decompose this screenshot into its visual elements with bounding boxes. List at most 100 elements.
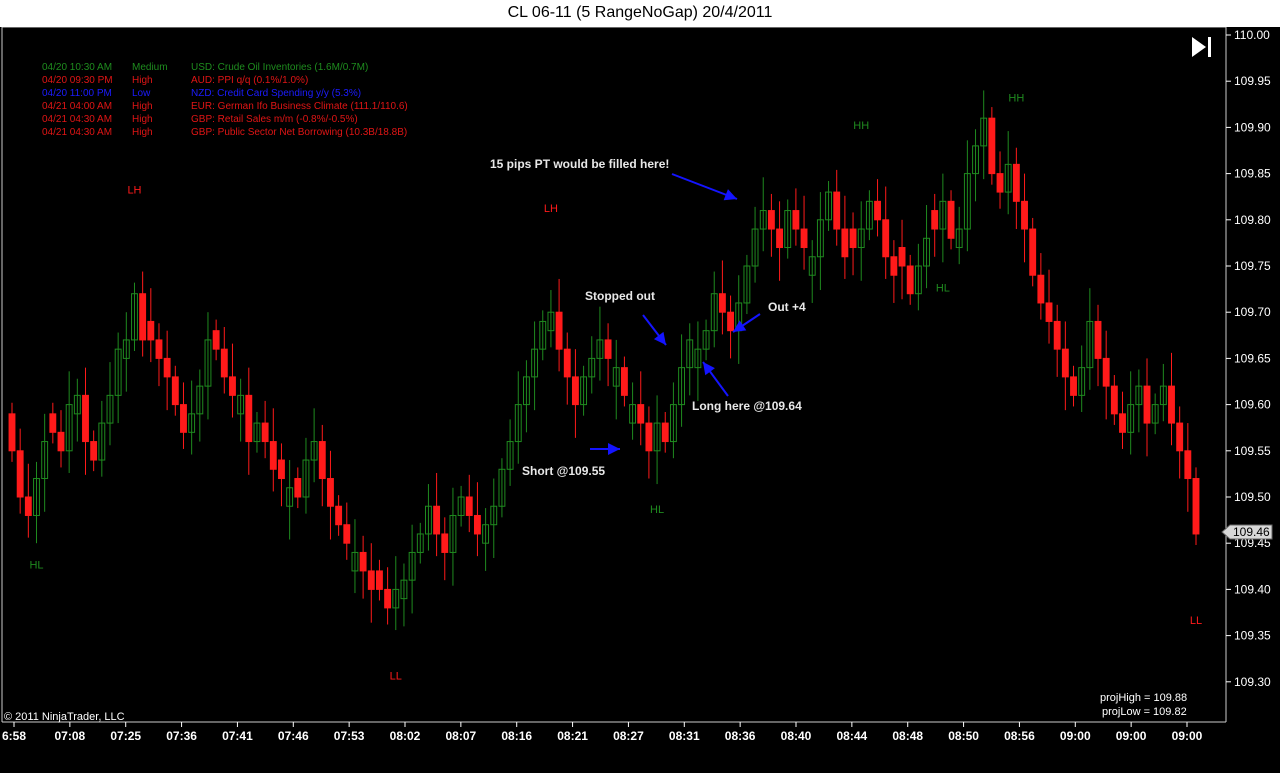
news-event: GBP: Retail Sales m/m (-0.8%/-0.5%) <box>191 114 358 125</box>
x-tick-label: 07:36 <box>166 729 197 743</box>
x-tick-label: 08:48 <box>892 729 923 743</box>
x-tick-label: 08:07 <box>446 729 477 743</box>
candle-body <box>327 478 334 507</box>
candle-body <box>163 357 171 378</box>
candle-body <box>604 339 612 359</box>
candle-body <box>947 200 955 239</box>
candle-body <box>82 394 89 443</box>
candle-body <box>841 228 849 258</box>
x-tick-label: 07:53 <box>334 729 365 743</box>
swing-label: HL <box>936 282 950 294</box>
news-time: 04/21 04:00 AM <box>42 101 113 112</box>
candle-body <box>1021 200 1028 230</box>
x-tick-label: 08:16 <box>501 729 532 743</box>
candle-body <box>8 413 16 452</box>
candle-body <box>269 441 277 470</box>
news-impact: High <box>132 101 153 112</box>
candle-body <box>931 210 939 230</box>
candle-body <box>800 228 808 249</box>
candle-body <box>212 330 220 350</box>
candle-body <box>1110 385 1118 415</box>
x-tick-label: 07:41 <box>222 729 253 743</box>
candle-body <box>180 404 187 433</box>
chart-window: CL 06-11 (5 RangeNoGap) 20/4/2011 110.00… <box>0 0 1280 773</box>
chart-title: CL 06-11 (5 RangeNoGap) 20/4/2011 <box>507 4 773 21</box>
candle-body <box>645 422 653 452</box>
swing-label: HL <box>650 504 664 516</box>
candle-body <box>245 394 253 443</box>
news-time: 04/20 10:30 AM <box>42 62 113 73</box>
news-event: NZD: Credit Card Spending y/y (5.3%) <box>191 88 362 99</box>
y-tick-label: 109.80 <box>1234 213 1271 227</box>
y-tick-label: 110.00 <box>1234 28 1270 42</box>
x-tick-label: 08:40 <box>781 729 812 743</box>
candle-body <box>1045 302 1053 322</box>
news-event: EUR: German Ifo Business Climate (111.1/… <box>191 101 408 112</box>
news-impact: Medium <box>132 62 168 73</box>
candle-body <box>1029 228 1037 276</box>
candle-body <box>792 210 800 230</box>
candle-body <box>718 293 726 313</box>
y-tick-label: 109.55 <box>1234 444 1271 458</box>
candle-body <box>1102 357 1110 387</box>
x-tick-label: 09:00 <box>1060 729 1091 743</box>
candle-body <box>147 320 155 341</box>
title-bar: CL 06-11 (5 RangeNoGap) 20/4/2011 <box>0 0 1280 27</box>
candle-body <box>637 404 645 424</box>
candle-body <box>359 551 367 572</box>
candle-body <box>171 376 179 406</box>
candle-body <box>661 422 669 443</box>
candle-body <box>1094 320 1102 359</box>
swing-label: LL <box>1190 615 1202 627</box>
candle-body <box>318 441 326 480</box>
price-chart[interactable]: 110.00 109.95 109.90 109.85 109.80 109.75 109.… <box>0 27 1280 773</box>
y-tick-label: 109.90 <box>1234 120 1271 134</box>
candle-body <box>996 173 1004 193</box>
x-tick-label: 08:27 <box>613 729 644 743</box>
annotation-label: Long here @109.64 <box>692 399 802 413</box>
candle-body <box>384 588 392 609</box>
x-tick-label: 08:44 <box>837 729 868 743</box>
news-time: 04/20 09:30 PM <box>42 75 113 86</box>
y-tick-label: 109.35 <box>1234 629 1271 643</box>
y-tick-label: 109.70 <box>1234 305 1271 319</box>
x-tick-label: 09:00 <box>1172 729 1203 743</box>
annotation-label: Stopped out <box>585 289 655 303</box>
swing-label: LL <box>390 670 402 682</box>
candle-body <box>833 191 841 230</box>
candle-body <box>882 219 890 258</box>
candle <box>988 107 996 185</box>
candle-body <box>1184 450 1192 480</box>
news-impact: High <box>132 127 153 138</box>
x-tick-label: 08:50 <box>948 729 979 743</box>
proj-low-label: projLow = 109.82 <box>1102 706 1187 718</box>
y-tick-label: 109.65 <box>1234 351 1271 365</box>
x-tick-label: 07:08 <box>55 729 86 743</box>
candle-body <box>90 441 98 461</box>
candle-body <box>563 348 571 378</box>
y-tick-label: 109.30 <box>1234 675 1271 689</box>
candle-body <box>1176 422 1184 452</box>
candle-body <box>261 422 269 443</box>
news-impact: Low <box>132 88 151 99</box>
candle-body <box>1143 385 1151 424</box>
y-tick-label: 109.40 <box>1234 582 1271 596</box>
candle-body <box>1053 320 1061 350</box>
news-time: 04/21 04:30 AM <box>42 114 113 125</box>
swing-label: LH <box>127 185 141 197</box>
x-tick-label: 08:36 <box>725 729 756 743</box>
candle-body <box>898 247 906 267</box>
candle-body <box>849 228 857 249</box>
last-price-marker: 109.46 <box>1221 524 1273 540</box>
candle-body <box>1168 385 1175 424</box>
candle-body <box>620 367 628 396</box>
swing-label: HL <box>29 560 43 572</box>
candle <box>1192 467 1200 546</box>
candle-body <box>294 478 302 498</box>
candle-body <box>767 210 775 230</box>
x-tick-label: 08:31 <box>669 729 700 743</box>
candle-body <box>988 117 996 175</box>
candle-body <box>1119 413 1126 433</box>
candle-body <box>139 293 147 341</box>
y-tick-label: 109.95 <box>1234 74 1271 88</box>
